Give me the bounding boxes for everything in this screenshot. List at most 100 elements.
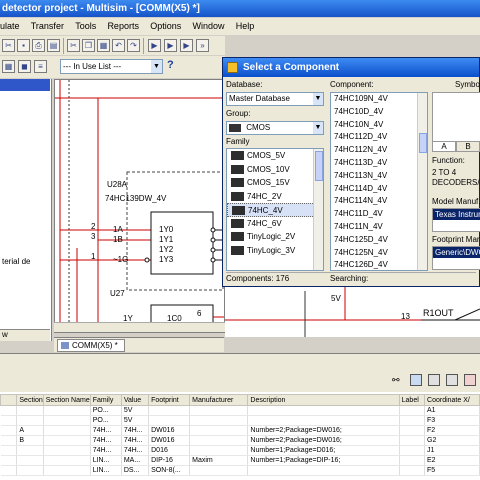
table-row[interactable]: PO... 5V A1	[0, 405, 480, 416]
run-icon[interactable]: ▶	[148, 39, 161, 52]
spreadsheet-header	[0, 354, 480, 368]
list-item[interactable]: 74HC_6V	[227, 217, 323, 231]
window-title: detector project - Multisim - [COMM(X5) …	[0, 0, 480, 17]
print-icon[interactable]: ⎙	[32, 39, 45, 52]
table-row[interactable]: 74H... 74H... D016 Number=1;Package=D016; J1	[0, 445, 480, 456]
list-item[interactable]: CMOS_5V	[227, 149, 323, 163]
menu-options[interactable]: Options	[150, 18, 181, 35]
cut-icon[interactable]: ✂	[2, 39, 15, 52]
menu-window[interactable]: Window	[192, 18, 224, 35]
grid-icon[interactable]: ▦	[2, 60, 15, 73]
table-row[interactable]: PO... 5V F3	[0, 415, 480, 426]
list-item[interactable]: 74HC114N_4V	[331, 195, 427, 208]
menu-transfer[interactable]: Transfer	[31, 18, 64, 35]
column-header[interactable]: Manufacturer	[189, 394, 249, 406]
list-item[interactable]: 74HC114D_4V	[331, 183, 427, 196]
save-icon[interactable]: ▪	[17, 39, 30, 52]
tab-comm-x5[interactable]: COMM(X5) *	[57, 339, 125, 352]
column-header[interactable]: Footprint	[148, 394, 191, 406]
column-header[interactable]: Family	[89, 394, 122, 406]
list-item[interactable]: TinyLogic_2V	[227, 230, 323, 244]
find-icon[interactable]: ⚯	[392, 374, 404, 386]
table-row[interactable]: LIN... MA... DIP-16 Maxim Number=1;Package=D…	[0, 455, 480, 466]
table-row[interactable]: A 74H... 74H... DW016 Number=2;Package=DW016…	[0, 425, 480, 436]
family-list[interactable]: CMOS_5V CMOS_10V CMOS_15V 74HC_2V 74HC_4…	[226, 148, 324, 271]
menu-reports[interactable]: Reports	[107, 18, 139, 35]
list-icon[interactable]: ≡	[34, 60, 47, 73]
list-item-selected[interactable]: Texas Instrum	[433, 209, 480, 220]
list-item[interactable]: 74HC112N_4V	[331, 144, 427, 157]
column-header[interactable]: Description	[247, 394, 400, 406]
list-item[interactable]: 74HC10D_4V	[331, 106, 427, 119]
column-header[interactable]: Section Name	[42, 394, 91, 406]
list-item[interactable]: 74HC126D_4V	[331, 259, 427, 270]
family-icon	[232, 206, 245, 215]
copy-icon[interactable]: ❐	[82, 39, 95, 52]
menu-simulate[interactable]: ulate	[0, 18, 20, 35]
list-item[interactable]: 74HC125D_4V	[331, 234, 427, 247]
delete-icon[interactable]	[464, 374, 476, 386]
family-icon	[231, 245, 244, 255]
column-header[interactable]	[0, 394, 18, 406]
table-header-row: Section Section Name Family Value Footpr…	[0, 394, 480, 406]
print-preview-icon[interactable]: ▤	[47, 39, 60, 52]
column-header[interactable]: Section	[16, 394, 44, 406]
scrollbar-thumb[interactable]	[315, 151, 323, 181]
table-row[interactable]: LIN... DS... SON-8(... F5	[0, 465, 480, 476]
column-header[interactable]: Value	[120, 394, 150, 406]
export-icon[interactable]	[410, 374, 422, 386]
replace-icon[interactable]	[446, 374, 458, 386]
list-item[interactable]: 74HC125N_4V	[331, 247, 427, 260]
in-use-list-dropdown[interactable]: --- In Use List --- ▼	[60, 59, 163, 74]
list-item[interactable]: 74HC112D_4V	[331, 131, 427, 144]
family-scrollbar[interactable]	[313, 149, 323, 270]
list-item[interactable]: CMOS_10V	[227, 163, 323, 177]
column-header[interactable]: Label	[398, 394, 426, 406]
list-item[interactable]: 74HC11N_4V	[331, 221, 427, 234]
column-header[interactable]: Coordinate X/	[424, 394, 480, 406]
group-select[interactable]: CMOS ▼	[226, 121, 324, 135]
menu-tools[interactable]: Tools	[75, 18, 96, 35]
pin-number: 2	[91, 222, 96, 231]
model-manufacturer-list[interactable]: Texas Instrum	[432, 208, 480, 232]
standard-toolbar: ✂ ▪ ⎙ ▤ ✂ ❐ ▦ ↶ ↷ ▶ ▶ ▶ »	[0, 36, 225, 55]
table-row[interactable]: B 74H... 74H... DW016 Number=2;Package=DW016…	[0, 435, 480, 446]
symbol-tab-a[interactable]: A	[432, 141, 456, 152]
list-item[interactable]: 74HC113D_4V	[331, 157, 427, 170]
play-icon[interactable]: ▶	[180, 39, 193, 52]
dialog-title-bar: Select a Component	[223, 58, 479, 77]
database-select[interactable]: Master Database ▼	[226, 92, 324, 106]
list-item[interactable]: CMOS_15V	[227, 176, 323, 190]
document-tabs: COMM(X5) *	[54, 337, 224, 352]
list-item-selected[interactable]: Generic\DWO	[433, 247, 480, 258]
symbol-tab-b[interactable]: B	[456, 141, 480, 152]
step-icon[interactable]: ▶	[164, 39, 177, 52]
list-item[interactable]: 74HC113N_4V	[331, 170, 427, 183]
help-icon[interactable]: ?	[167, 59, 174, 71]
pin-label: 1Y0	[159, 225, 174, 234]
redo-icon[interactable]: ↷	[127, 39, 140, 52]
list-item[interactable]: 74HC11D_4V	[331, 208, 427, 221]
component-icon[interactable]: ◼	[18, 60, 31, 73]
component-list[interactable]: 74HC109N_4V 74HC10D_4V 74HC10N_4V 74HC11…	[330, 92, 428, 271]
list-item[interactable]: TinyLogic_3V	[227, 244, 323, 258]
scrollbar-thumb[interactable]	[419, 133, 427, 153]
list-item[interactable]: 74HC10N_4V	[331, 119, 427, 132]
scissors-icon[interactable]: ✂	[67, 39, 80, 52]
properties-icon[interactable]	[428, 374, 440, 386]
list-item[interactable]: 74HC109N_4V	[331, 93, 427, 106]
dialog-status: Components: 176 Searching:	[226, 272, 476, 284]
panel-tab[interactable]: w	[0, 329, 50, 341]
canvas-horizontal-scrollbar[interactable]	[54, 322, 225, 332]
paste-icon[interactable]: ▦	[97, 39, 110, 52]
undo-icon[interactable]: ↶	[112, 39, 125, 52]
schematic-canvas[interactable]: U28A 74HC139DW_4V 2 3 1 1A 1B ~1G 1Y0 1Y…	[54, 79, 225, 333]
list-item-selected[interactable]: 74HC_4V	[227, 203, 323, 217]
schematic-canvas-right[interactable]: 5V 13 R1OUT	[225, 287, 480, 337]
component-scrollbar[interactable]	[417, 93, 427, 270]
forward-icon[interactable]: »	[196, 39, 209, 52]
pin-number: 3	[91, 232, 96, 241]
list-item[interactable]: 74HC_2V	[227, 190, 323, 204]
footprint-list[interactable]: Generic\DWO	[432, 246, 480, 270]
menu-help[interactable]: Help	[236, 18, 255, 35]
